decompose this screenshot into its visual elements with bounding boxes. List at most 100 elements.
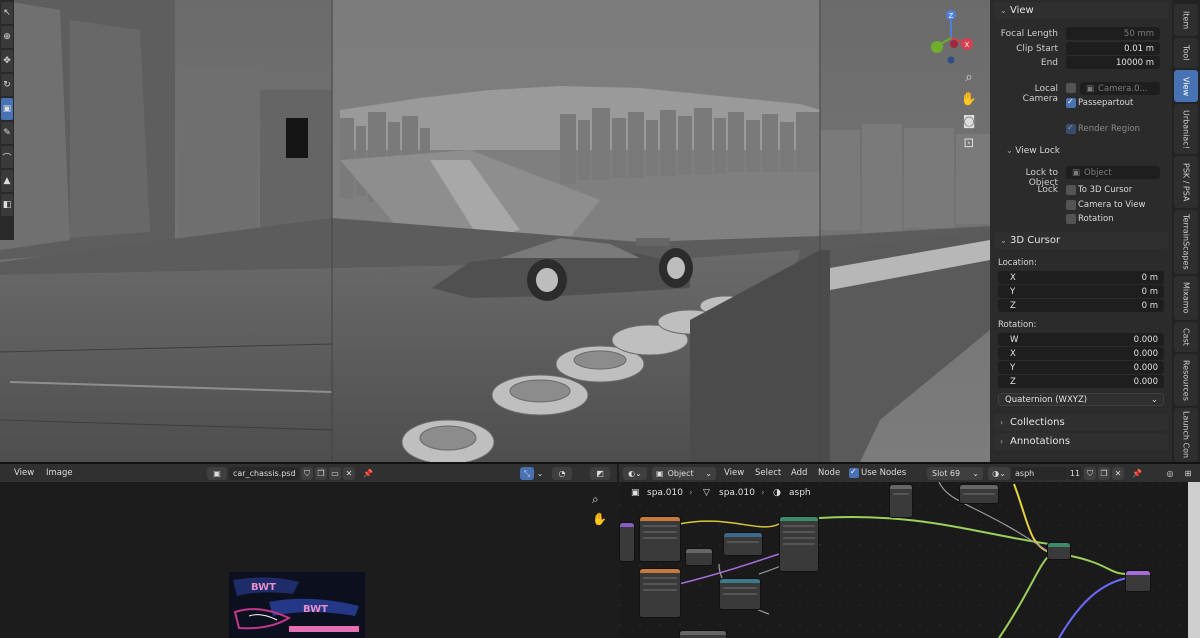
node-menu[interactable]: Node bbox=[818, 468, 840, 478]
camera-to-view-checkbox[interactable] bbox=[1066, 200, 1076, 210]
shader-node[interactable] bbox=[719, 578, 761, 610]
shader-node[interactable] bbox=[959, 484, 999, 504]
cursor-location-y-field[interactable]: Y 0 m bbox=[998, 285, 1164, 298]
tab-launch-control[interactable]: Launch Con bbox=[1174, 408, 1198, 462]
shader-node[interactable] bbox=[1047, 542, 1071, 560]
cursor-rotation-y-field[interactable]: Y 0.000 bbox=[998, 361, 1164, 374]
transform-tool-icon[interactable]: ▣ bbox=[1, 98, 13, 120]
material-user-count[interactable]: 11 bbox=[1068, 467, 1082, 480]
breadcrumb-mesh[interactable]: spa.010 bbox=[719, 488, 755, 498]
shader-node[interactable] bbox=[723, 532, 763, 556]
open-folder-icon[interactable]: ▭ bbox=[329, 467, 341, 480]
annotate-tool-icon[interactable]: ✎ bbox=[1, 122, 13, 144]
add-cube-tool-icon[interactable]: ▲ bbox=[1, 170, 13, 192]
editor-type-icon[interactable]: ◐⌄ bbox=[623, 467, 647, 480]
shader-type-dropdown[interactable]: ▣ Object ⌄ bbox=[652, 467, 716, 480]
overlay-icon[interactable]: ◔ bbox=[552, 467, 572, 480]
snap-icon[interactable]: ◎ bbox=[1163, 467, 1177, 480]
tab-urbaniac[interactable]: Urbaniac! bbox=[1174, 104, 1198, 154]
image-menu[interactable]: Image bbox=[46, 468, 73, 478]
collections-panel-header[interactable]: › Collections bbox=[994, 414, 1168, 431]
fake-user-shield-icon[interactable]: ⛉ bbox=[1084, 467, 1096, 480]
add-menu[interactable]: Add bbox=[791, 468, 807, 478]
breadcrumb-object[interactable]: spa.010 bbox=[647, 488, 683, 498]
local-camera-checkbox[interactable] bbox=[1066, 83, 1076, 93]
shader-node[interactable] bbox=[679, 630, 727, 638]
tab-tool[interactable]: Tool bbox=[1174, 38, 1198, 68]
pan-hand-icon[interactable]: ✋ bbox=[592, 512, 607, 526]
shader-node-editor[interactable]: ◐⌄ ▣ Object ⌄ View Select Add Node Use N… bbox=[619, 464, 1200, 638]
gizmo-neg-x-axis[interactable] bbox=[950, 40, 958, 48]
tab-mixamo[interactable]: Mixamo bbox=[1174, 276, 1198, 320]
fake-user-shield-icon[interactable]: ⛉ bbox=[301, 467, 313, 480]
lock-to-3d-cursor-checkbox[interactable] bbox=[1066, 185, 1076, 195]
gizmo-neg-z-axis[interactable] bbox=[947, 56, 955, 64]
3d-cursor-panel-header[interactable]: ⌄ 3D Cursor bbox=[994, 232, 1168, 249]
render-region-checkbox[interactable] bbox=[1066, 123, 1076, 134]
pan-hand-icon[interactable]: ✋ bbox=[960, 90, 978, 108]
unlink-close-icon[interactable]: ✕ bbox=[1112, 467, 1124, 480]
shader-node[interactable] bbox=[889, 484, 913, 518]
local-camera-field[interactable]: ▣ Camera.0... bbox=[1080, 82, 1160, 95]
unlink-close-icon[interactable]: ✕ bbox=[343, 467, 355, 480]
navigation-gizmo[interactable]: Z X bbox=[921, 8, 979, 64]
new-image-icon[interactable]: ❐ bbox=[315, 467, 327, 480]
image-name-field[interactable]: car_chassis.psd bbox=[229, 467, 299, 480]
tab-psk-psa[interactable]: PSK / PSA bbox=[1174, 156, 1198, 208]
move-tool-icon[interactable]: ✥ bbox=[1, 50, 13, 72]
shader-node[interactable] bbox=[619, 522, 635, 562]
view-menu[interactable]: View bbox=[724, 468, 744, 478]
3d-viewport[interactable]: ↖ ⊕ ✥ ↻ ▣ ✎ ⌒ ▲ ◧ Z X ⌕ ✋ ◙ ⊡ ⌄ View Foc… bbox=[0, 0, 1200, 462]
camera-view-icon[interactable]: ◙ bbox=[960, 112, 978, 130]
shader-node[interactable] bbox=[779, 516, 819, 572]
passepartout-checkbox[interactable] bbox=[1066, 97, 1076, 108]
tab-resources[interactable]: Resources bbox=[1174, 354, 1198, 406]
shader-node[interactable] bbox=[685, 548, 713, 566]
gizmo-y-axis[interactable] bbox=[931, 41, 943, 53]
material-browse-icon[interactable]: ◑⌄ bbox=[988, 467, 1010, 480]
lock-icon[interactable]: ⊡ bbox=[960, 134, 978, 152]
tab-view[interactable]: View bbox=[1174, 70, 1198, 102]
rotation-mode-dropdown[interactable]: Quaternion (WXYZ) ⌄ bbox=[998, 393, 1164, 406]
3d-cursor-tool-icon[interactable]: ⊕ bbox=[1, 26, 13, 48]
shader-node[interactable] bbox=[639, 568, 681, 618]
zoom-icon[interactable]: ⌕ bbox=[960, 68, 978, 86]
clip-end-field[interactable]: 10000 m bbox=[1066, 56, 1160, 69]
measure-tool-icon[interactable]: ⌒ bbox=[1, 146, 13, 168]
view-lock-subpanel-header[interactable]: ⌄ View Lock bbox=[1006, 146, 1060, 156]
tab-cast[interactable]: Cast bbox=[1174, 322, 1198, 352]
view-menu[interactable]: View bbox=[14, 468, 34, 478]
pin-icon[interactable]: 📌 bbox=[362, 467, 374, 480]
duplicate-material-icon[interactable]: ❐ bbox=[1098, 467, 1110, 480]
zoom-icon[interactable]: ⌕ bbox=[592, 492, 599, 507]
select-menu[interactable]: Select bbox=[755, 468, 781, 478]
cursor-rotation-x-field[interactable]: X 0.000 bbox=[998, 347, 1164, 360]
lock-to-object-field[interactable]: ▣ Object bbox=[1066, 166, 1160, 179]
cube-tool-icon[interactable]: ◧ bbox=[1, 194, 13, 216]
cursor-tool-icon[interactable]: ↖ bbox=[1, 2, 13, 24]
use-nodes-checkbox[interactable] bbox=[849, 467, 859, 478]
cursor-location-x-field[interactable]: X 0 m bbox=[998, 271, 1164, 284]
chevron-down-icon[interactable]: ⌄ bbox=[535, 467, 545, 480]
cursor-location-z-field[interactable]: Z 0 m bbox=[998, 299, 1164, 312]
pin-icon[interactable]: 📌 bbox=[1131, 467, 1143, 480]
material-slot-dropdown[interactable]: Slot 69 ⌄ bbox=[927, 467, 983, 480]
image-browse-icon[interactable]: ▣ bbox=[207, 467, 227, 480]
annotations-panel-header[interactable]: › Annotations bbox=[994, 433, 1168, 450]
cursor-rotation-w-field[interactable]: W 0.000 bbox=[998, 333, 1164, 346]
shader-node[interactable] bbox=[639, 516, 681, 562]
image-editor[interactable]: View Image ▣ car_chassis.psd ⛉ ❐ ▭ ✕ 📌 ⤡… bbox=[0, 464, 617, 638]
cursor-rotation-z-field[interactable]: Z 0.000 bbox=[998, 375, 1164, 388]
breadcrumb-material[interactable]: asph bbox=[789, 488, 811, 498]
view-panel-header[interactable]: ⌄ View bbox=[994, 2, 1168, 19]
tab-item[interactable]: Item bbox=[1174, 4, 1198, 36]
clip-start-field[interactable]: 0.01 m bbox=[1066, 42, 1160, 55]
display-channels-icon[interactable]: ◩ bbox=[590, 467, 610, 480]
focal-length-field[interactable]: 50 mm bbox=[1066, 27, 1160, 40]
shader-node[interactable] bbox=[1125, 570, 1151, 592]
material-name-field[interactable]: asph bbox=[1011, 467, 1067, 480]
uv-sync-icon[interactable]: ⤡ bbox=[520, 467, 534, 480]
sidebar-toggle-icon[interactable]: ⊞ bbox=[1181, 467, 1195, 480]
tab-terrainscapes[interactable]: TerrainScapes bbox=[1174, 210, 1198, 274]
rotate-tool-icon[interactable]: ↻ bbox=[1, 74, 13, 96]
